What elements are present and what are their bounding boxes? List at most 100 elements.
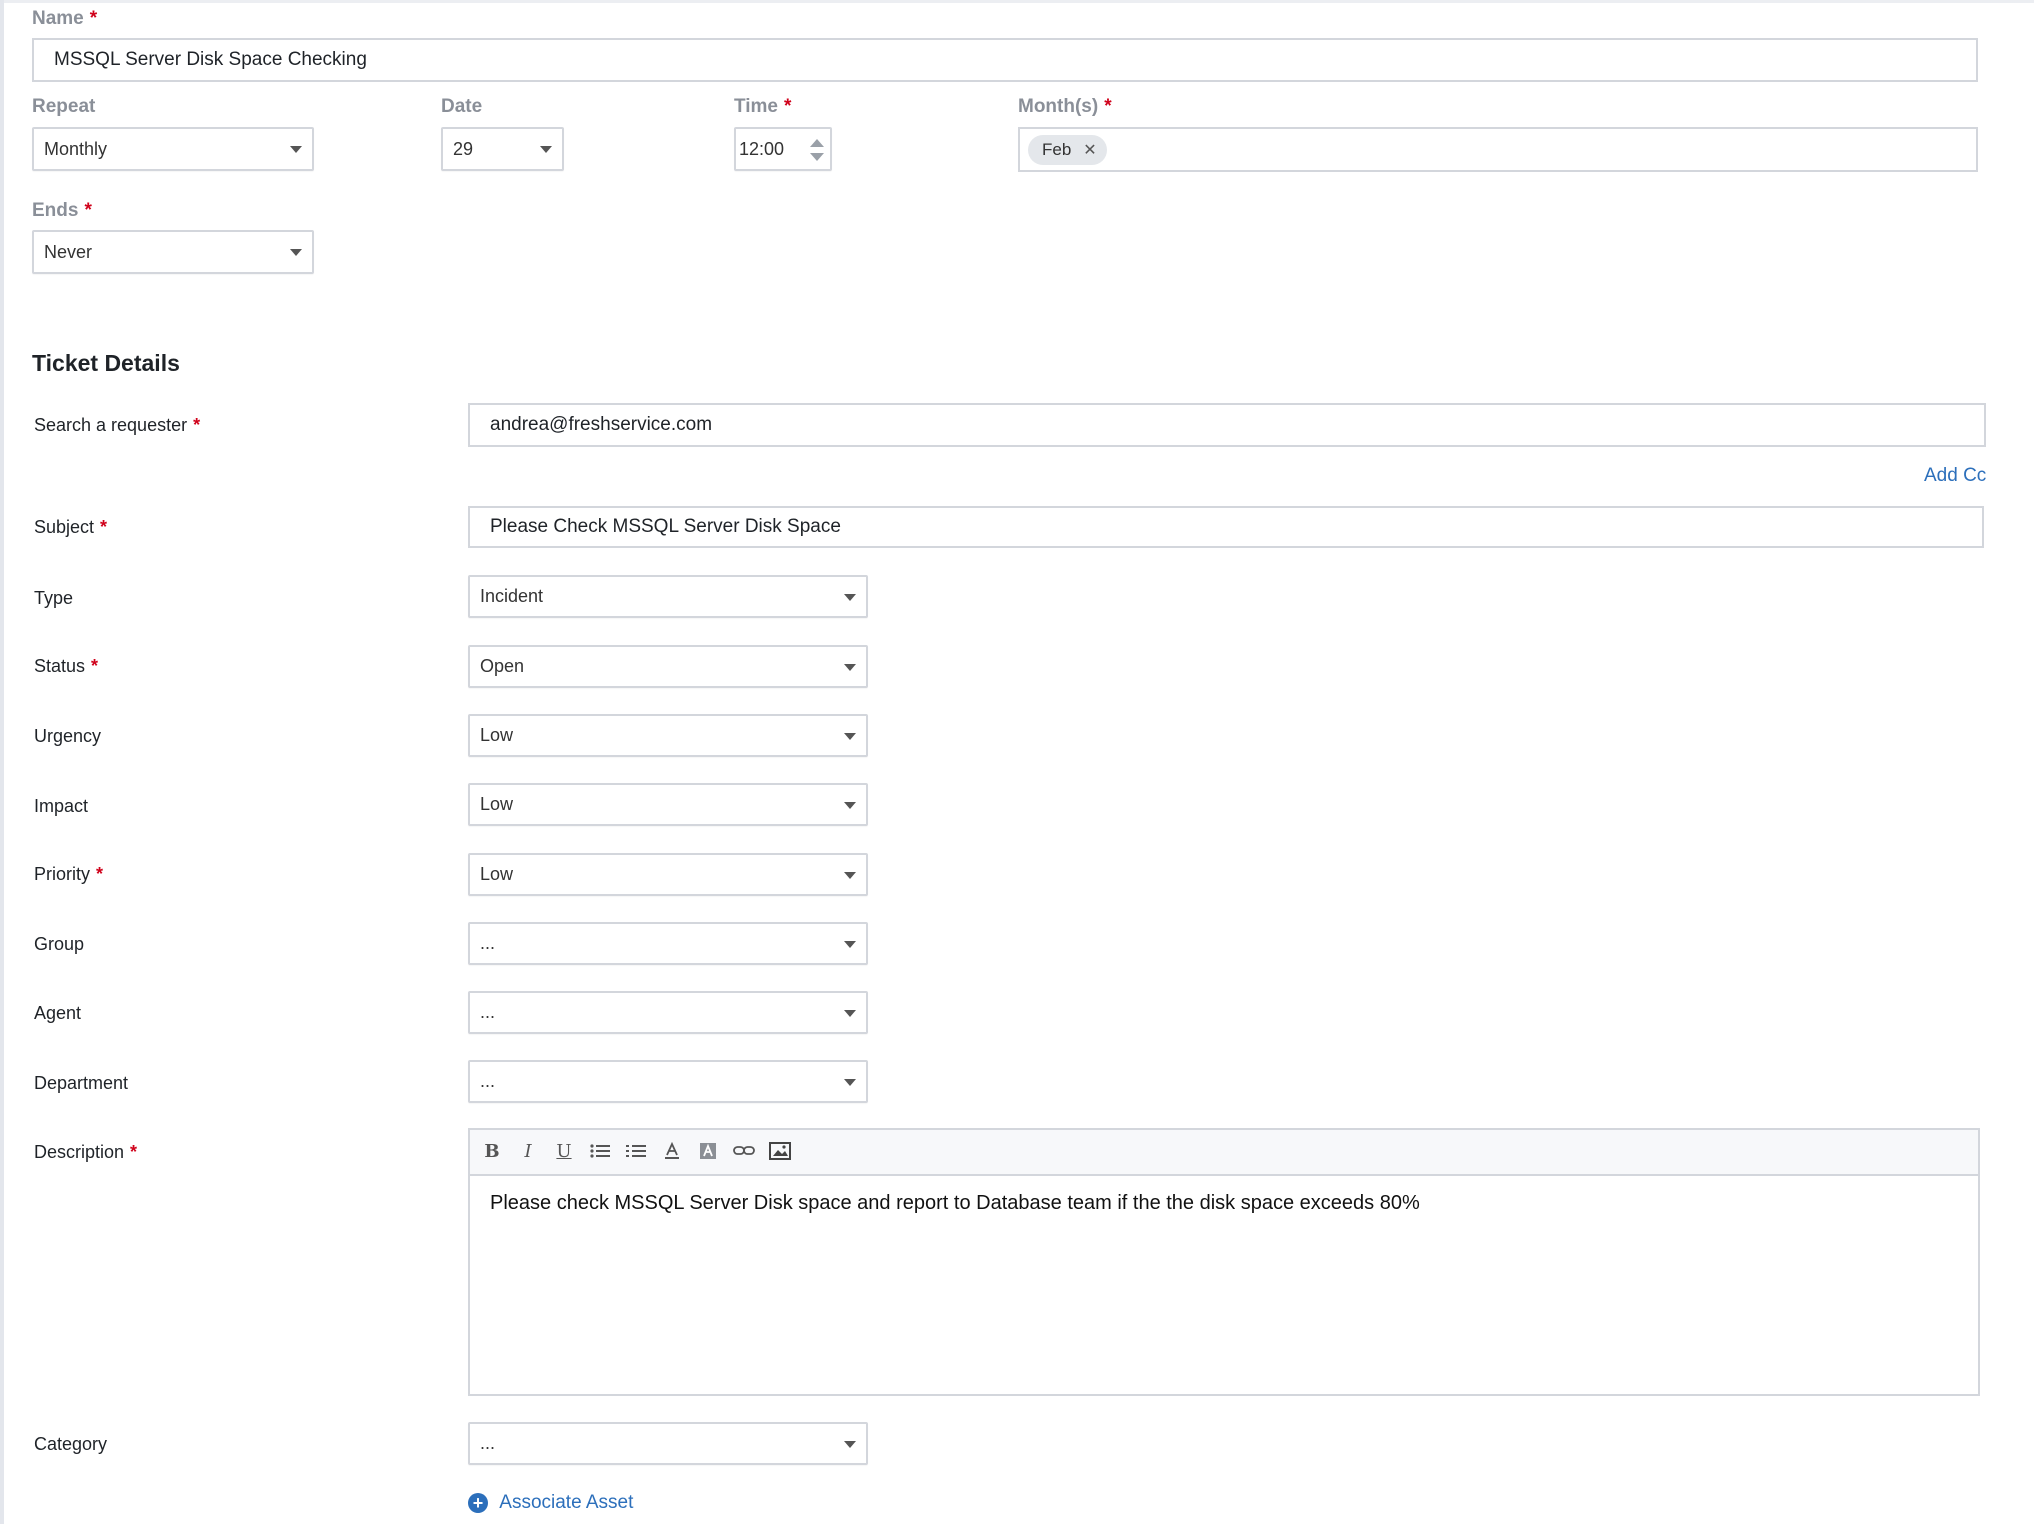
background-color-icon[interactable] [694, 1138, 722, 1164]
chevron-down-icon [844, 871, 856, 879]
chevron-down-icon [540, 146, 552, 153]
numbered-list-icon[interactable] [622, 1138, 650, 1164]
associate-asset-link[interactable]: + Associate Asset [468, 1492, 633, 1514]
chevron-down-icon [844, 801, 856, 809]
repeat-label: Repeat [32, 96, 96, 117]
close-icon[interactable]: ✕ [1083, 140, 1096, 160]
chevron-down-icon [844, 593, 856, 601]
name-input-value: MSSQL Server Disk Space Checking [54, 49, 367, 70]
font-color-icon[interactable] [658, 1138, 686, 1164]
status-label-text: Status [34, 656, 86, 676]
type-select[interactable]: Incident [468, 575, 868, 618]
priority-label: Priority * [34, 864, 103, 885]
required-mark: * [89, 8, 98, 29]
description-label: Description * [34, 1142, 137, 1163]
chevron-down-icon [844, 1440, 856, 1448]
bullet-list-icon[interactable] [586, 1138, 614, 1164]
status-label: Status * [34, 656, 98, 677]
type-select-value: Incident [480, 586, 544, 606]
group-label: Group [34, 934, 85, 954]
chevron-down-icon [844, 1078, 856, 1086]
priority-label-text: Priority [34, 864, 91, 884]
months-label: Month(s) * [1018, 96, 1112, 118]
chevron-down-icon [844, 663, 856, 671]
section-title: Ticket Details [32, 350, 180, 376]
category-label: Category [34, 1434, 108, 1454]
required-mark: * [193, 415, 201, 435]
description-text[interactable]: Please check MSSQL Server Disk space and… [490, 1192, 1958, 1215]
spinner-up-icon[interactable] [810, 139, 824, 147]
image-icon[interactable] [766, 1138, 794, 1164]
agent-select[interactable]: ... [468, 991, 868, 1034]
chevron-down-icon [844, 1009, 856, 1017]
requester-input-value: andrea@freshservice.com [490, 414, 713, 435]
requester-label: Search a requester * [34, 415, 200, 436]
requester-label-text: Search a requester [34, 415, 188, 435]
required-mark: * [84, 200, 92, 221]
required-mark: * [130, 1142, 138, 1162]
underline-button[interactable]: U [550, 1138, 578, 1164]
date-label: Date [441, 96, 483, 117]
impact-select-value: Low [480, 794, 514, 814]
department-select-value: ... [480, 1071, 496, 1091]
group-select-value: ... [480, 933, 496, 953]
description-label-text: Description [34, 1142, 125, 1162]
impact-label: Impact [34, 796, 89, 816]
department-label: Department [34, 1073, 129, 1093]
time-label-text: Time [734, 96, 779, 117]
group-select[interactable]: ... [468, 922, 868, 965]
repeat-select[interactable]: Monthly [32, 127, 314, 171]
ends-label-text: Ends [32, 200, 79, 221]
page-left-border [0, 0, 4, 1524]
months-label-text: Month(s) [1018, 96, 1099, 117]
name-label-text: Name [32, 8, 84, 29]
chevron-down-icon [844, 732, 856, 740]
status-select[interactable]: Open [468, 645, 868, 688]
category-select-value: ... [480, 1433, 496, 1453]
ends-label: Ends * [32, 200, 92, 222]
agent-label: Agent [34, 1003, 82, 1023]
urgency-select-value: Low [480, 725, 514, 745]
month-tag-label: Feb [1042, 140, 1072, 159]
italic-button[interactable]: I [514, 1138, 542, 1164]
required-mark: * [784, 96, 792, 117]
date-select-value: 29 [453, 138, 474, 159]
chevron-down-icon [290, 146, 302, 153]
name-input[interactable]: MSSQL Server Disk Space Checking [32, 38, 1978, 82]
subject-label-text: Subject [34, 517, 95, 537]
status-select-value: Open [480, 656, 525, 676]
requester-input[interactable]: andrea@freshservice.com [468, 403, 1986, 447]
ends-select-value: Never [44, 241, 93, 262]
months-multiselect[interactable]: Feb ✕ [1018, 127, 1978, 172]
chevron-down-icon [844, 940, 856, 948]
link-icon[interactable] [730, 1138, 758, 1164]
urgency-select[interactable]: Low [468, 714, 868, 757]
priority-select-value: Low [480, 864, 514, 884]
time-input-value: 12:00 [739, 138, 785, 159]
name-label: Name * [32, 8, 97, 30]
repeat-select-value: Monthly [44, 138, 108, 159]
time-spinner[interactable] [810, 139, 824, 163]
subject-label: Subject * [34, 517, 107, 538]
impact-select[interactable]: Low [468, 783, 868, 826]
description-editor[interactable]: B I U Please check MSSQL Server Disk spa… [468, 1128, 1980, 1396]
associate-asset-label: Associate Asset [499, 1492, 634, 1513]
priority-select[interactable]: Low [468, 853, 868, 896]
date-select[interactable]: 29 [441, 127, 564, 171]
subject-input[interactable]: Please Check MSSQL Server Disk Space [468, 506, 1984, 548]
editor-toolbar: B I U [470, 1130, 1978, 1176]
chevron-down-icon [290, 249, 302, 256]
required-mark: * [96, 864, 104, 884]
required-mark: * [1104, 96, 1112, 117]
category-select[interactable]: ... [468, 1422, 868, 1465]
type-label: Type [34, 588, 74, 608]
time-input[interactable]: 12:00 [734, 127, 832, 171]
month-tag: Feb ✕ [1028, 135, 1107, 165]
ends-select[interactable]: Never [32, 230, 314, 274]
add-cc-link[interactable]: Add Cc [1924, 465, 1986, 487]
spinner-down-icon[interactable] [810, 153, 824, 161]
bold-button[interactable]: B [478, 1138, 506, 1164]
plus-circle-icon: + [468, 1493, 488, 1513]
department-select[interactable]: ... [468, 1060, 868, 1103]
time-label: Time * [734, 96, 791, 118]
